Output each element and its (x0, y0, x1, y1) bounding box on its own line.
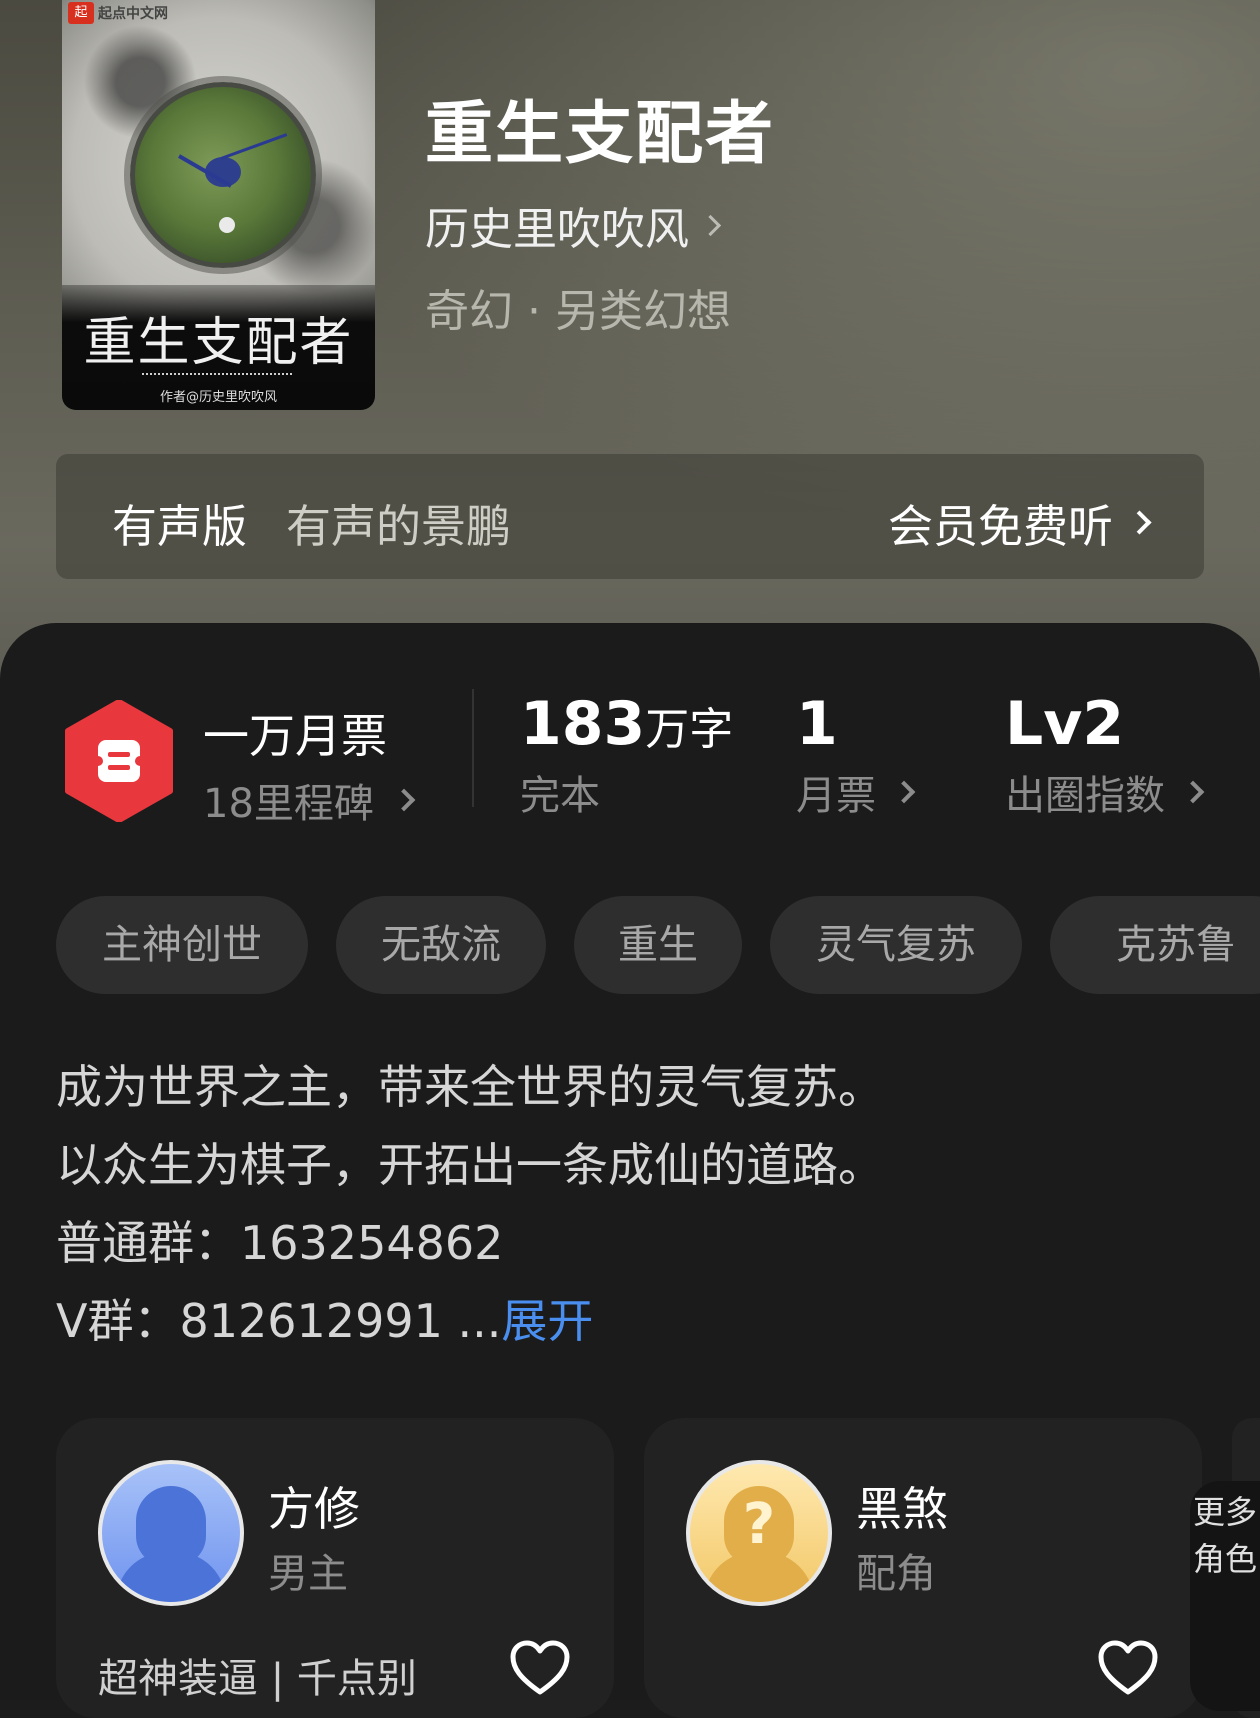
chevron-right-icon (1181, 780, 1205, 804)
character-card[interactable]: ? 黑煞 配角 (644, 1418, 1202, 1718)
popularity-index-value: Lv2 (1005, 689, 1125, 759)
chevron-right-icon (699, 214, 722, 236)
book-description: 成为世界之主，带来全世界的灵气复苏。 以众生为棋子，开拓出一条成仙的道路。 普通… (56, 1048, 1206, 1360)
tag-chip[interactable]: 主神创世 (56, 896, 308, 994)
cover-divider (142, 373, 292, 381)
description-line: 以众生为棋子，开拓出一条成仙的道路。 (56, 1138, 884, 1192)
monthly-ticket-icon (64, 699, 174, 823)
character-card[interactable]: 方修 男主 超神装逼 | 千点别 (56, 1418, 614, 1718)
avatar: ? (686, 1460, 832, 1606)
character-description: 超神装逼 | 千点别 (98, 1656, 417, 1702)
genre-label: 奇幻 · 另类幻想 (425, 286, 731, 337)
character-name: 黑煞 (856, 1482, 948, 1536)
heart-icon[interactable] (510, 1640, 570, 1696)
description-line: 普通群：163254862 (56, 1216, 504, 1270)
audio-label: 有声版 (112, 500, 248, 553)
detail-panel: 一万月票 18里程碑 183万字 完本 1 月票 Lv2 出圈指数 主神创世 无… (0, 623, 1260, 1718)
tag-chip[interactable]: 灵气复苏 (770, 896, 1022, 994)
word-count-value: 183 (520, 689, 646, 759)
character-role: 配角 (856, 1551, 936, 1597)
monthly-ticket-label: 月票 (796, 773, 876, 819)
popularity-index-label: 出圈指数 (1005, 773, 1165, 819)
chevron-right-icon (392, 788, 416, 812)
word-count-unit: 万字 (645, 704, 734, 755)
monthly-ticket-stat[interactable]: 1 月票 (796, 689, 916, 821)
avatar (98, 1460, 244, 1606)
expand-link[interactable]: 展开 (501, 1294, 593, 1348)
popularity-index-stat[interactable]: Lv2 出圈指数 (1005, 689, 1205, 821)
tag-chip[interactable]: 无敌流 (336, 896, 546, 994)
character-role: 男主 (268, 1551, 348, 1597)
description-line: V群：812612991 ... (56, 1294, 502, 1348)
qidian-logo-icon: 起 (68, 2, 94, 24)
tag-chip[interactable]: 重生 (574, 896, 742, 994)
cover-author: 作者@历史里吹吹风 (159, 390, 277, 405)
member-free-listen-button[interactable]: 会员免费听 (887, 490, 1152, 555)
monthly-ticket-value: 1 (796, 689, 838, 759)
book-title: 重生支配者 (425, 94, 776, 174)
audio-edition-bar[interactable]: 有声版 有声的景鹏 会员免费听 (56, 454, 1204, 579)
clock-artwork (130, 82, 316, 268)
stats-divider (472, 689, 474, 807)
author-name: 历史里吹吹风 (425, 204, 689, 255)
milestone-label: 18里程碑 (203, 781, 374, 827)
publisher-logo: 起 起点中文网 (68, 2, 168, 24)
chevron-right-icon (1127, 510, 1152, 535)
cover-title: 重生支配者 (83, 313, 354, 373)
completion-status: 完本 (520, 773, 600, 819)
tag-chip[interactable]: 克苏鲁 (1050, 896, 1260, 994)
chevron-right-icon (892, 780, 916, 804)
word-count-stat: 183万字 完本 (520, 689, 733, 821)
more-roles-button[interactable]: 更多角色 (1190, 1481, 1260, 1711)
book-cover[interactable]: 起 起点中文网 重生支配者 作者@历史里吹吹风 (62, 0, 375, 410)
member-free-listen-label: 会员免费听 (887, 500, 1113, 553)
character-name: 方修 (268, 1482, 360, 1536)
description-line: 成为世界之主，带来全世界的灵气复苏。 (56, 1060, 884, 1114)
question-mark-icon: ? (742, 1492, 776, 1557)
publisher-name: 起点中文网 (98, 6, 168, 22)
milestone-link[interactable]: 18里程碑 (203, 771, 416, 829)
author-link[interactable]: 历史里吹吹风 (425, 193, 722, 257)
ticket-milestone-title: 一万月票 (203, 709, 387, 763)
heart-icon[interactable] (1098, 1640, 1158, 1696)
hero-header: 起 起点中文网 重生支配者 作者@历史里吹吹风 重生支配者 历史里吹吹风 奇幻 … (0, 0, 1260, 680)
audio-narrator: 有声的景鹏 (286, 500, 512, 553)
